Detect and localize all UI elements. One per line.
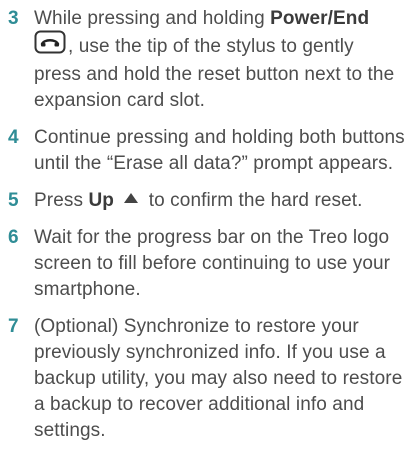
step-text: (Optional) Synchronize to restore your p… [34,316,403,441]
step-6: 6 Wait for the progress bar on the Treo … [8,225,406,303]
step-number: 5 [8,190,19,211]
instruction-steps: 3 While pressing and holding Power/End ,… [0,0,412,444]
step-3: 3 While pressing and holding Power/End ,… [8,6,406,114]
step-text: While pressing and holding Power/End , u… [34,6,406,114]
step-text-before: Press [34,190,89,211]
step-number: 4 [8,127,19,148]
step-text: Continue pressing and holding both butto… [34,127,405,174]
phone-end-key-icon [34,30,66,62]
step-4: 4 Continue pressing and holding both but… [8,125,406,177]
step-number: 6 [8,227,19,248]
step-number: 3 [8,8,19,29]
step-text: Press Up to confirm the hard reset. [34,188,406,214]
up-label: Up [88,190,114,211]
power-end-label: Power/End [270,8,370,29]
step-7: 7 (Optional) Synchronize to restore your… [8,314,406,444]
step-5: 5 Press Up to confirm the hard reset. [8,188,406,214]
step-number: 7 [8,316,19,337]
step-text-after: to confirm the hard reset. [143,190,363,211]
step-text-after: , use the tip of the stylus to gently pr… [34,36,395,111]
step-text-before: While pressing and holding [34,8,271,29]
up-arrow-icon [123,186,139,212]
step-text: Wait for the progress bar on the Treo lo… [34,227,391,300]
